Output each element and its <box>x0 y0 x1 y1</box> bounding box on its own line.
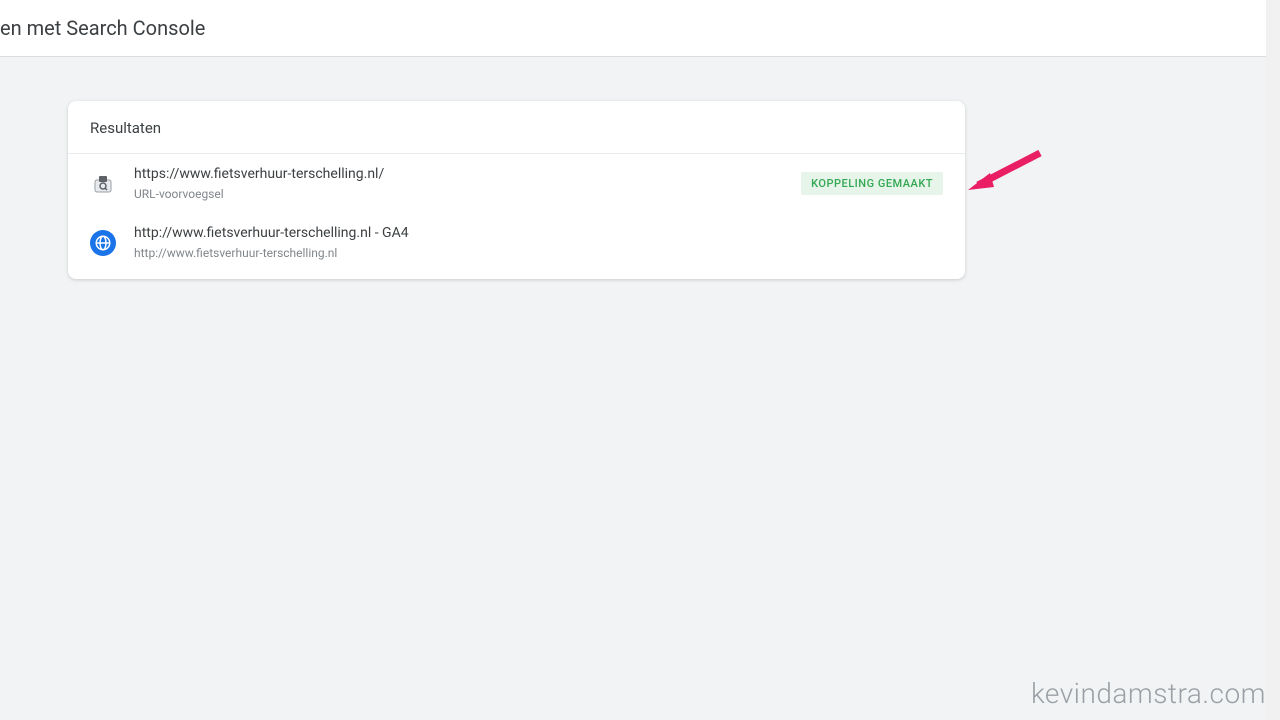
card-header: Resultaten <box>68 101 965 154</box>
globe-icon <box>90 230 116 256</box>
result-subtitle: http://www.fietsverhuur-terschelling.nl <box>134 246 943 262</box>
page-title: en met Search Console <box>0 16 205 40</box>
result-row[interactable]: http://www.fietsverhuur-terschelling.nl … <box>68 213 965 279</box>
results-card: Resultaten https://www.fietsverhuur-ters… <box>68 101 965 279</box>
card-title: Resultaten <box>90 119 943 137</box>
main-content: Resultaten https://www.fietsverhuur-ters… <box>0 57 1280 279</box>
result-title: https://www.fietsverhuur-terschelling.nl… <box>134 165 801 185</box>
search-console-icon <box>90 171 116 197</box>
result-text: https://www.fietsverhuur-terschelling.nl… <box>134 165 801 202</box>
result-title: http://www.fietsverhuur-terschelling.nl … <box>134 224 943 244</box>
result-text: http://www.fietsverhuur-terschelling.nl … <box>134 224 943 261</box>
result-row[interactable]: https://www.fietsverhuur-terschelling.nl… <box>68 154 965 213</box>
result-subtitle: URL-voorvoegsel <box>134 187 801 203</box>
status-badge: KOPPELING GEMAAKT <box>801 172 943 195</box>
scrollbar[interactable] <box>1266 0 1280 720</box>
watermark: kevindamstra.com <box>1031 677 1266 710</box>
page-header: en met Search Console <box>0 0 1280 57</box>
